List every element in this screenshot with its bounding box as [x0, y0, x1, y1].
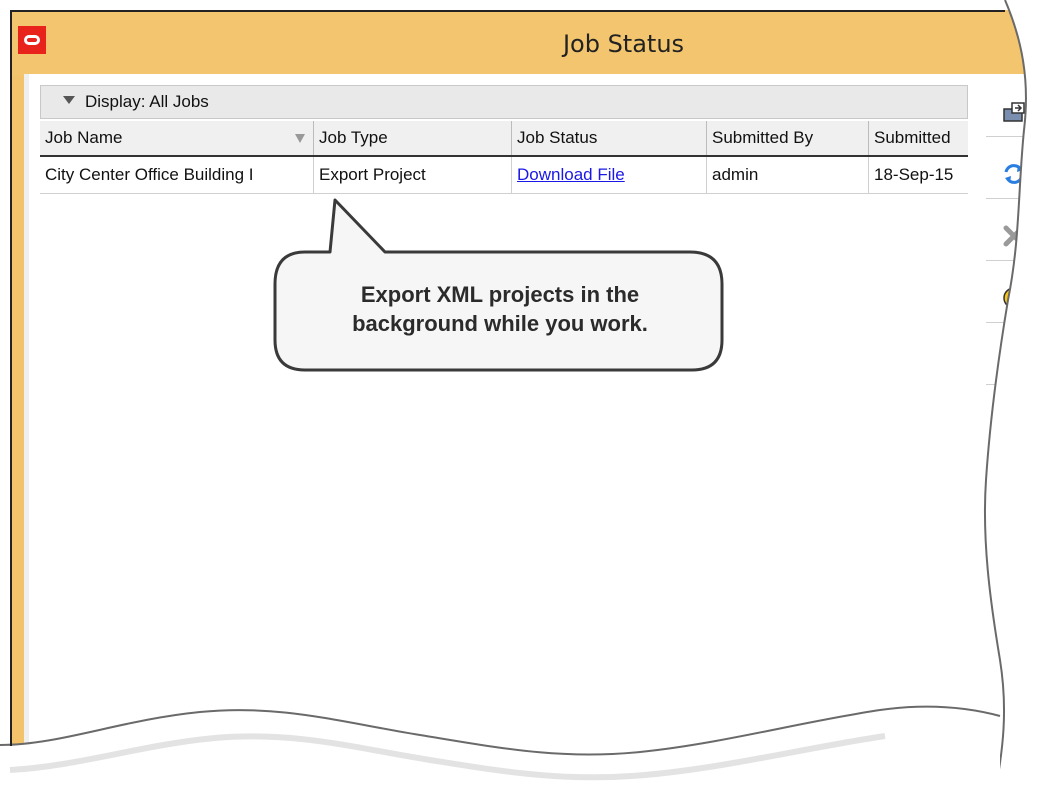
job-status-screenshot: Job Status Display: All Jobs Job Name Jo… [0, 0, 1037, 793]
callout-line-1: Export XML projects in the [360, 282, 640, 307]
callout-line-2: background while you work. [352, 311, 648, 336]
callout-text: Export XML projects in the background wh… [280, 280, 720, 338]
callout-bubble [273, 198, 724, 372]
